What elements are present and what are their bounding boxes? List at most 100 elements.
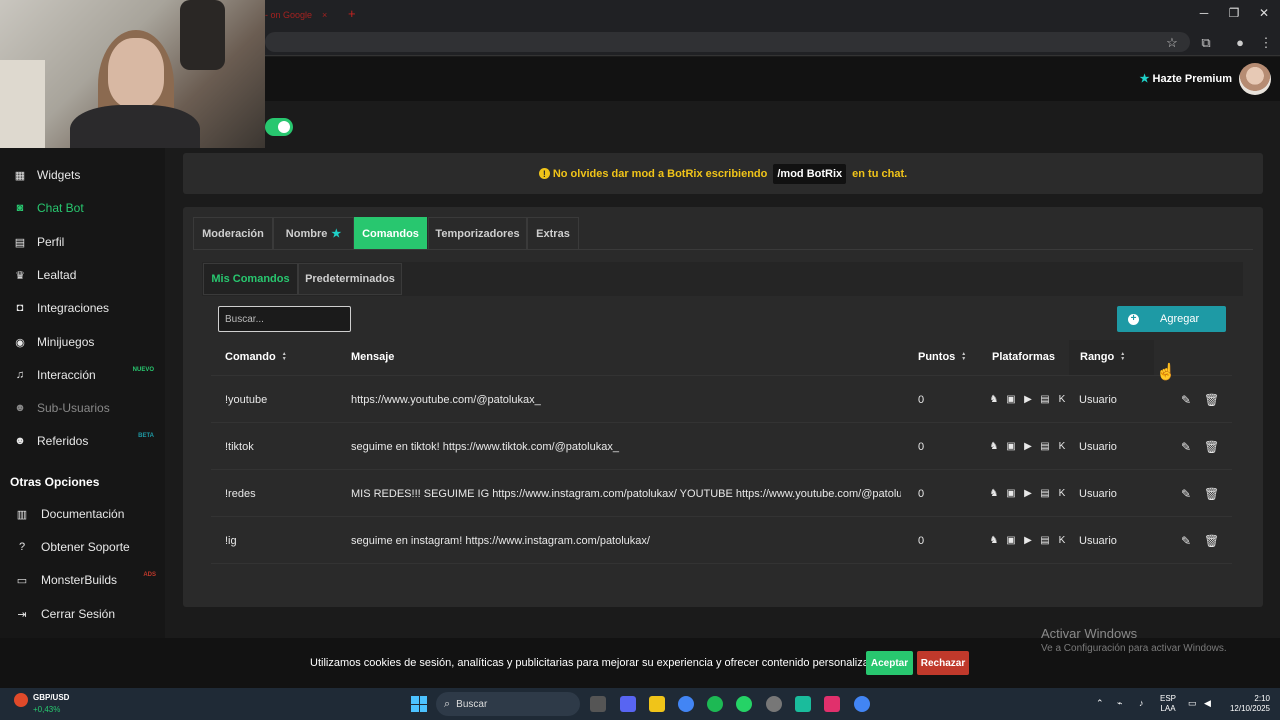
- sidebar-item-lealtad[interactable]: ♛ Lealtad: [12, 265, 162, 285]
- app-icon[interactable]: [795, 696, 811, 712]
- tab-extras[interactable]: Extras: [527, 217, 579, 250]
- trovo-icon: ▤: [1040, 535, 1050, 546]
- sidebar-item-perfil[interactable]: ▤ Perfil: [12, 232, 162, 252]
- profile-icon[interactable]: ●: [1232, 35, 1248, 50]
- rank-cell: Usuario: [1079, 393, 1117, 406]
- youtube-icon: ▶: [1024, 394, 1032, 405]
- sidebar-item-interaccion[interactable]: ♫ Interacción NUEVO: [12, 365, 162, 385]
- sidebar-item-cerrar-sesion[interactable]: ⇥ Cerrar Sesión: [14, 604, 164, 624]
- table-row: !ig seguime en instagram! https://www.in…: [211, 517, 1232, 564]
- sidebar-item-referidos[interactable]: ☻ Referidos BETA: [12, 431, 162, 451]
- sidebar-item-sub-usuarios[interactable]: ☻ Sub-Usuarios: [12, 398, 162, 418]
- network-icon[interactable]: ⌁: [1117, 698, 1122, 709]
- task-view-icon[interactable]: [590, 696, 606, 712]
- column-label: Comando: [225, 351, 276, 363]
- clock-time: 2:10: [1254, 694, 1270, 703]
- sidebar-item-label: Cerrar Sesión: [41, 607, 116, 621]
- sidebar-item-integraciones[interactable]: ◘ Integraciones: [12, 298, 162, 318]
- avatar[interactable]: [1239, 63, 1271, 95]
- sidebar-item-chat-bot[interactable]: ◙ Chat Bot: [12, 198, 162, 218]
- sidebar-item-documentacion[interactable]: ▥ Documentación: [14, 504, 164, 524]
- menu-dots-icon[interactable]: ⋮: [1258, 35, 1274, 51]
- beta-badge: BETA: [138, 433, 154, 439]
- spotify-icon[interactable]: [707, 696, 723, 712]
- platforms-cell: ♞ ▣ ▶ ▤ K: [988, 376, 1068, 423]
- volume-icon[interactable]: ◀: [1204, 698, 1211, 709]
- sidebar-item-label: MonsterBuilds: [41, 573, 118, 587]
- kick-icon: ♞: [989, 488, 999, 499]
- search-icon: ⌕: [444, 697, 451, 710]
- url-field[interactable]: [265, 32, 1190, 52]
- premium-link[interactable]: ★ Hazte Premium: [1140, 72, 1232, 85]
- subtab-predeterminados[interactable]: Predeterminados: [298, 263, 402, 295]
- app-icon[interactable]: [766, 696, 782, 712]
- premium-label: Hazte Premium: [1152, 73, 1232, 85]
- whatsapp-icon[interactable]: [736, 696, 752, 712]
- message-cell: seguime en instagram! https://www.instag…: [351, 534, 650, 547]
- column-header-puntos[interactable]: Puntos ▲ ▼: [918, 351, 966, 363]
- sidebar-item-soporte[interactable]: ? Obtener Soporte: [14, 537, 164, 557]
- tab-temporizadores[interactable]: Temporizadores: [428, 217, 527, 250]
- subtab-mis-comandos[interactable]: Mis Comandos: [203, 263, 298, 295]
- bot-toggle[interactable]: [265, 118, 293, 136]
- tab-moderacion[interactable]: Moderación: [193, 217, 273, 250]
- folder-icon[interactable]: [649, 696, 665, 712]
- delete-icon[interactable]: 🗑: [1204, 470, 1218, 517]
- chrome-icon[interactable]: [854, 696, 870, 712]
- ticker-name[interactable]: GBP/USD: [33, 693, 69, 702]
- tab-comandos[interactable]: Comandos: [354, 217, 427, 250]
- start-button[interactable]: [411, 696, 427, 712]
- lang-layout: LAA: [1160, 704, 1176, 713]
- delete-icon[interactable]: 🗑: [1204, 376, 1218, 423]
- sidebar-item-label: Lealtad: [37, 268, 77, 282]
- youtube-icon: ▶: [1024, 441, 1032, 452]
- warning-icon: !: [538, 168, 550, 179]
- points-cell: 0: [918, 440, 925, 453]
- twitch-icon: ▣: [1006, 535, 1016, 546]
- delete-icon[interactable]: 🗑: [1204, 423, 1218, 470]
- tab-divider: [193, 249, 1253, 250]
- extensions-icon[interactable]: ⧉: [1198, 35, 1214, 51]
- tab-nombre[interactable]: Nombre ★: [273, 217, 354, 250]
- chrome-icon[interactable]: [678, 696, 694, 712]
- notice-text: No olvides dar mod a BotRix escribiendo: [552, 167, 768, 180]
- command-cell: !ig: [225, 534, 237, 547]
- bookmark-star-icon[interactable]: ☆: [1164, 35, 1180, 51]
- mouse-cursor-icon: ☝: [1156, 364, 1176, 381]
- edit-icon[interactable]: ✎: [1179, 517, 1193, 564]
- trovo-icon: ▤: [1040, 488, 1050, 499]
- tab-title: - on Google: [265, 10, 313, 20]
- points-cell: 0: [918, 393, 925, 406]
- taskbar-search[interactable]: ⌕ Buscar: [436, 692, 580, 716]
- new-tab-button[interactable]: +: [348, 6, 356, 21]
- sort-icon: ▲ ▼: [1120, 351, 1126, 362]
- accept-cookies-button[interactable]: Aceptar: [866, 651, 913, 675]
- edit-icon[interactable]: ✎: [1179, 376, 1193, 423]
- column-header-rango[interactable]: Rango ▲ ▼: [1080, 351, 1125, 363]
- message-cell: MIS REDES!!! SEGUIME IG https://www.inst…: [351, 487, 901, 500]
- clock[interactable]: 2:10 12/10/2025: [1222, 694, 1270, 714]
- twitch-icon: ▣: [1006, 394, 1016, 405]
- add-command-button[interactable]: + Agregar: [1117, 306, 1226, 332]
- maximize-icon[interactable]: ❐: [1224, 6, 1244, 20]
- sidebar-item-widgets[interactable]: ▦ Widgets: [12, 165, 162, 185]
- edit-icon[interactable]: ✎: [1179, 470, 1193, 517]
- reject-cookies-button[interactable]: Rechazar: [917, 651, 969, 675]
- tiktok-icon[interactable]: [824, 696, 840, 712]
- close-window-icon[interactable]: ✕: [1254, 6, 1274, 20]
- chevron-up-icon[interactable]: ⌃: [1096, 698, 1104, 709]
- minimize-icon[interactable]: ─: [1194, 6, 1214, 20]
- search-input[interactable]: [218, 306, 351, 332]
- tab-close-icon[interactable]: ×: [322, 10, 327, 20]
- display-icon[interactable]: ▭: [1188, 698, 1197, 709]
- mic-icon[interactable]: ♪: [1139, 698, 1144, 708]
- delete-icon[interactable]: 🗑: [1204, 517, 1218, 564]
- sidebar-item-monsterbuilds[interactable]: ▭ MonsterBuilds ADS: [14, 570, 164, 590]
- edit-icon[interactable]: ✎: [1179, 423, 1193, 470]
- discord-app-icon[interactable]: [620, 696, 636, 712]
- command-cell: !redes: [225, 487, 256, 500]
- column-header-comando[interactable]: Comando ▲ ▼: [225, 351, 287, 363]
- language-indicator[interactable]: ESP LAA: [1160, 694, 1176, 714]
- section-title: Otras Opciones: [10, 475, 100, 489]
- sidebar-item-minijuegos[interactable]: ◉ Minijuegos: [12, 332, 162, 352]
